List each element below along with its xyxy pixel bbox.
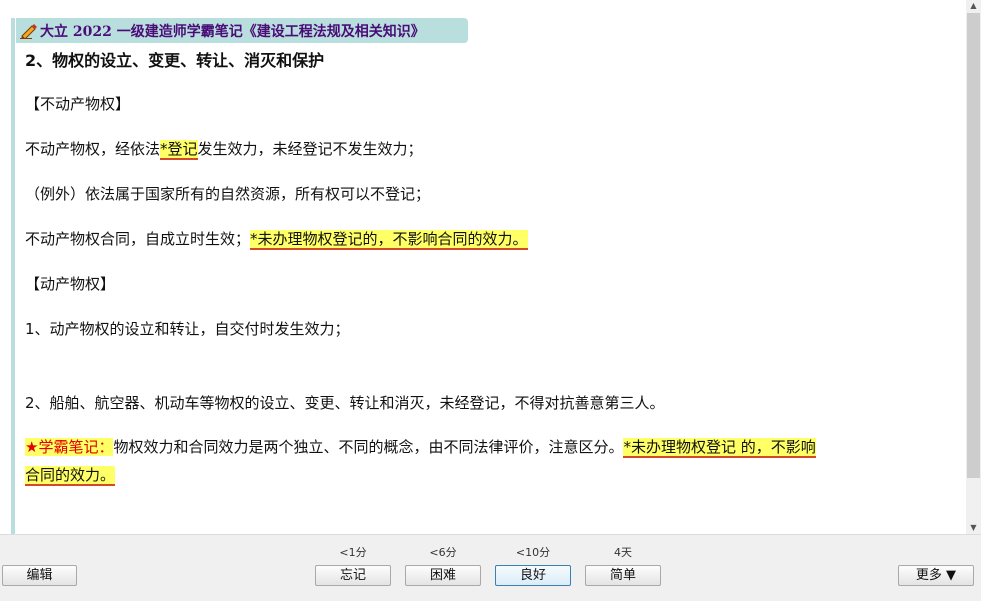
left-accent-bar — [11, 18, 15, 534]
pencil-icon — [20, 23, 37, 39]
note-line-2: 合同的效力。 — [25, 464, 116, 486]
again-button[interactable]: 忘记 — [315, 565, 391, 586]
interval-hard: <6分 — [429, 546, 457, 559]
movable-item-2: 2、船舶、航空器、机动车等物权的设立、变更、转让和消灭，未经登记，不得对抗善意第… — [25, 394, 665, 412]
note-label: ★学霸笔记： — [25, 438, 114, 456]
scroll-up-arrow-icon[interactable]: ▲ — [966, 0, 981, 12]
movable-item-1: 1、动产物权的设立和转让，自交付时发生效力； — [25, 320, 350, 338]
edit-button[interactable]: 编辑 — [2, 565, 77, 586]
highlight-registration: *登记 — [160, 140, 198, 160]
good-button[interactable]: 良好 — [495, 565, 571, 586]
deck-title: 大立 2022 一级建造师学霸笔记《建设工程法规及相关知识》 — [40, 23, 425, 40]
contract-rule: 不动产物权合同，自成立时生效；*未办理物权登记的，不影响合同的效力。 — [25, 228, 528, 250]
more-button[interactable]: 更多 ▼ — [898, 565, 974, 586]
note-text: 物权效力和合同效力是两个独立、不同的概念，由不同法律评价，注意区分。 — [113, 438, 624, 456]
immovable-rule-text: 不动产物权，经依法 — [25, 140, 161, 158]
title-banner: 大立 2022 一级建造师学霸笔记《建设工程法规及相关知识》 — [16, 18, 468, 43]
card-content: 大立 2022 一级建造师学霸笔记《建设工程法规及相关知识》 2、物权的设立、变… — [0, 0, 966, 534]
interval-again: <1分 — [339, 546, 367, 559]
section-heading: 2、物权的设立、变更、转让、消灭和保护 — [25, 51, 325, 70]
immovable-rule: 不动产物权，经依法*登记发生效力，未经登记不发生效力； — [25, 138, 423, 160]
note-highlight-1: *未办理物权登记 的，不影响 — [623, 438, 816, 458]
note-highlight-2: 合同的效力。 — [25, 466, 116, 486]
easy-button[interactable]: 简单 — [585, 565, 661, 586]
exception-text: （例外）依法属于国家所有的自然资源，所有权可以不登记； — [25, 185, 431, 203]
contract-rule-text: 不动产物权合同，自成立时生效； — [25, 230, 251, 248]
note-line-1: ★学霸笔记：物权效力和合同效力是两个独立、不同的概念，由不同法律评价，注意区分。… — [25, 436, 816, 458]
vertical-scrollbar[interactable]: ▲ ▼ — [966, 0, 981, 534]
highlight-contract-effect: *未办理物权登记的，不影响合同的效力。 — [250, 230, 528, 250]
movable-label: 【动产物权】 — [25, 275, 116, 293]
immovable-label: 【不动产物权】 — [25, 95, 131, 113]
interval-good: <10分 — [515, 546, 551, 559]
immovable-rule-text-after: 发生效力，未经登记不发生效力； — [197, 140, 423, 158]
scroll-down-arrow-icon[interactable]: ▼ — [966, 522, 981, 534]
interval-easy: 4天 — [614, 546, 632, 559]
answer-toolbar: 编辑 <1分 <6分 <10分 4天 忘记 困难 良好 简单 更多 ▼ — [0, 534, 981, 601]
scroll-thumb[interactable] — [967, 13, 980, 478]
hard-button[interactable]: 困难 — [405, 565, 481, 586]
